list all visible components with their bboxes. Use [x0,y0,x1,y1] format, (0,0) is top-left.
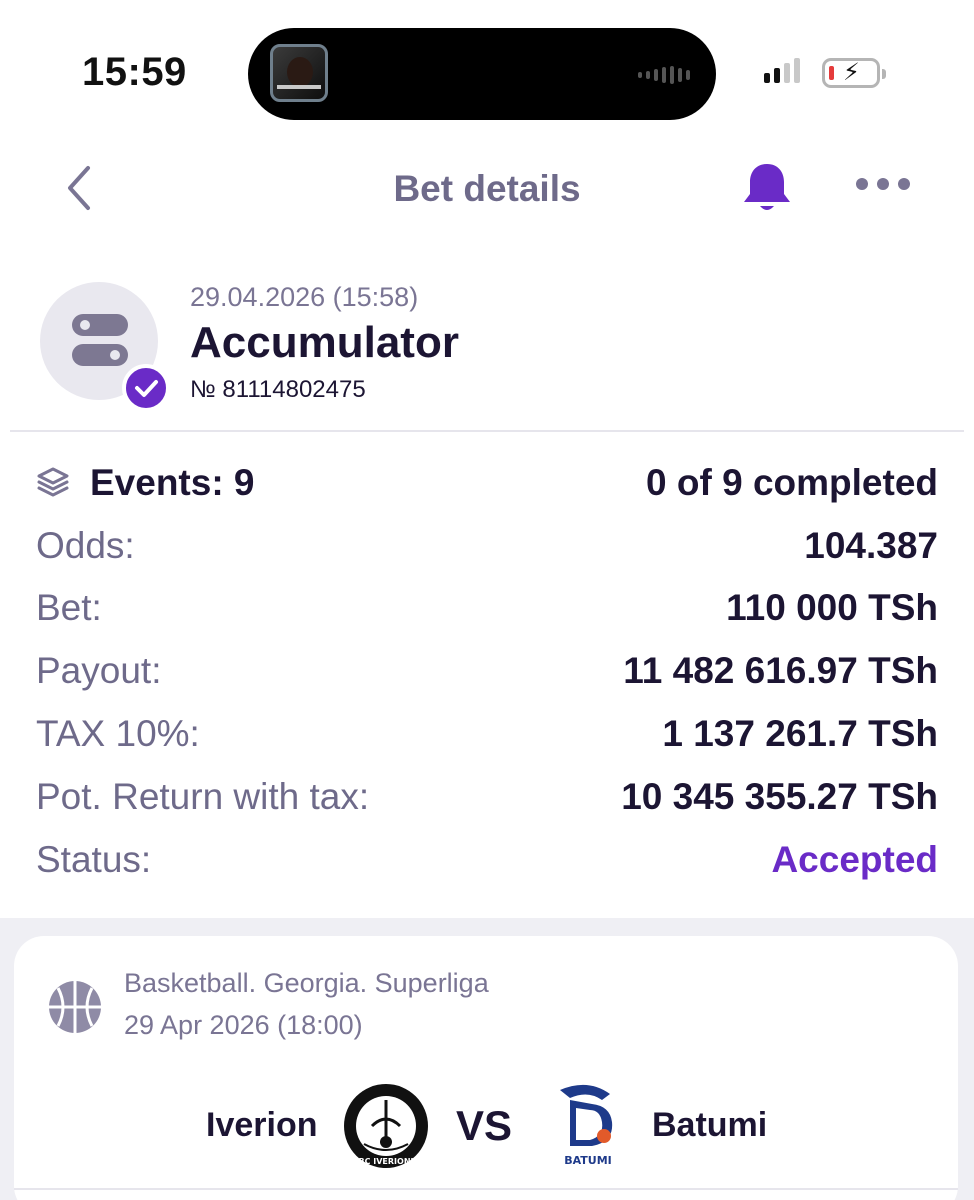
vs-label: VS [456,1102,513,1149]
event-league: Basketball. Georgia. Superliga [124,968,489,998]
now-playing-artwork[interactable] [270,44,328,102]
event-date: 29 Apr 2026 (18:00) [124,1010,363,1040]
cellular-signal-icon [764,58,800,83]
status-time: 15:59 [82,50,187,94]
audio-waveform-icon [638,66,690,84]
svg-text:BATUMI: BATUMI [564,1154,612,1167]
pot-return-value: 10 345 355.27 TSh [621,776,938,817]
tax-row: TAX 10%: 1 137 261.7 TSh [36,713,938,757]
status-bar: 15:59 ⚡ [0,0,974,140]
divider [10,430,964,432]
events-value: 0 of 9 completed [646,462,938,503]
status-label: Status: [36,839,152,880]
home-team-name: Iverion [206,1106,318,1144]
card-divider [14,1188,958,1190]
pot-return-label: Pot. Return with tax: [36,776,370,817]
home-team-logo: BC IVERIONI [342,1082,430,1170]
away-team-name: Batumi [652,1106,768,1144]
payout-value: 11 482 616.97 TSh [623,650,938,691]
bet-value: 110 000 TSh [726,587,938,628]
tax-label: TAX 10%: [36,713,200,754]
dynamic-island[interactable] [248,28,716,120]
bet-number: № 81114802475 [190,376,366,403]
pot-return-row: Pot. Return with tax: 10 345 355.27 TSh [36,776,938,820]
bet-type: Accumulator [190,318,459,367]
basketball-icon [46,978,104,1036]
odds-value: 104.387 [804,525,938,566]
more-icon[interactable] [856,178,910,190]
battery-icon: ⚡ [822,58,886,88]
check-icon [122,364,170,412]
odds-label: Odds: [36,525,135,566]
odds-row: Odds: 104.387 [36,525,938,569]
events-label: Events: 9 [90,462,255,503]
svg-text:BC IVERIONI: BC IVERIONI [359,1157,414,1166]
bell-icon[interactable] [740,160,794,216]
away-team-logo: BATUMI [552,1080,624,1170]
tax-value: 1 137 261.7 TSh [662,713,938,754]
layers-icon [36,466,70,500]
bet-row: Bet: 110 000 TSh [36,587,938,631]
page-title: Bet details [393,168,581,209]
status-row: Status: Accepted [36,839,938,883]
events-row: Events: 9 0 of 9 completed [36,462,938,506]
payout-label: Payout: [36,650,162,691]
bet-label: Bet: [36,587,102,628]
payout-row: Payout: 11 482 616.97 TSh [36,650,938,694]
status-value: Accepted [771,839,938,880]
bet-date: 29.04.2026 (15:58) [190,282,419,312]
